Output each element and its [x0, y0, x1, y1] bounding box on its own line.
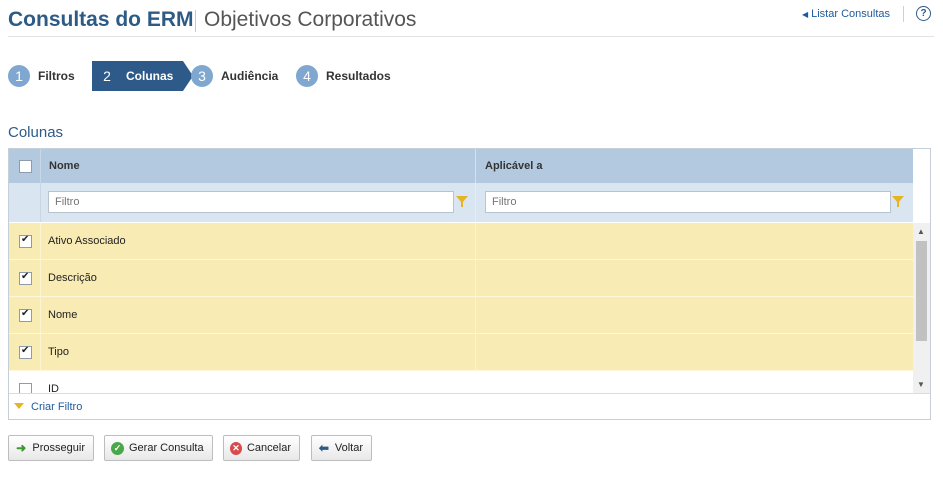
- header-divider: [903, 6, 904, 22]
- scroll-down-icon[interactable]: ▼: [917, 380, 925, 389]
- grid-filter-row: [9, 183, 913, 222]
- step-number: 1: [8, 65, 30, 87]
- column-header-applicable[interactable]: Aplicável a: [485, 160, 542, 172]
- generate-query-label: Gerar Consulta: [129, 442, 204, 454]
- applicable-filter-input[interactable]: [485, 191, 891, 213]
- row-checkbox[interactable]: [19, 271, 32, 285]
- step-results[interactable]: 4 Resultados: [296, 61, 391, 91]
- cell-divider: [475, 223, 476, 259]
- generate-query-button[interactable]: ✓ Gerar Consulta: [104, 435, 213, 461]
- list-queries-link[interactable]: ◀ Listar Consultas: [802, 8, 890, 20]
- column-divider: [475, 183, 476, 222]
- cancel-label: Cancelar: [246, 442, 291, 454]
- step-filters[interactable]: 1 Filtros: [8, 61, 75, 91]
- step-number: 4: [296, 65, 318, 87]
- arrow-right-icon: ➜: [16, 441, 27, 455]
- table-row[interactable]: Ativo Associado: [9, 223, 913, 260]
- create-filter-link[interactable]: Criar Filtro: [31, 401, 82, 413]
- cell-divider: [40, 297, 41, 333]
- header-check-cell: [9, 149, 41, 183]
- table-row[interactable]: Tipo: [9, 334, 913, 371]
- close-icon: ✕: [230, 441, 242, 455]
- step-label: Audiência: [221, 69, 279, 83]
- step-label: Colunas: [126, 69, 174, 83]
- table-row[interactable]: ID: [9, 371, 913, 393]
- step-number: 3: [191, 65, 213, 87]
- grid-rows: Ativo Associado Descrição Nome Tipo ID: [9, 223, 913, 393]
- cell-divider: [40, 334, 41, 370]
- table-row[interactable]: Descrição: [9, 260, 913, 297]
- row-checkbox[interactable]: [19, 308, 32, 322]
- grid-footer: Criar Filtro: [9, 393, 930, 419]
- page-title: Consultas do ERM: [8, 8, 194, 31]
- wizard-steps: 1 Filtros 2 Colunas 3 Audiência 4 Result…: [8, 61, 508, 91]
- filter-icon: [14, 403, 24, 409]
- row-checkbox[interactable]: [19, 234, 32, 248]
- name-filter-icon[interactable]: [456, 196, 468, 207]
- page-subtitle: Objetivos Corporativos: [204, 8, 417, 31]
- column-divider: [475, 149, 476, 183]
- column-header-name[interactable]: Nome: [49, 160, 80, 172]
- row-checkbox[interactable]: [19, 345, 32, 359]
- scroll-up-icon[interactable]: ▲: [917, 227, 925, 236]
- row-label: Nome: [48, 309, 78, 321]
- proceed-label: Prosseguir: [32, 442, 85, 454]
- columns-grid: Nome Aplicável a Ativo Associado Descriç…: [8, 148, 931, 420]
- cell-divider: [475, 260, 476, 296]
- table-row[interactable]: Nome: [9, 297, 913, 334]
- step-label: Filtros: [38, 69, 75, 83]
- step-audience[interactable]: 3 Audiência: [191, 61, 278, 91]
- step-label: Resultados: [326, 69, 391, 83]
- cell-divider: [475, 297, 476, 333]
- section-title: Colunas: [8, 124, 64, 141]
- proceed-button[interactable]: ➜ Prosseguir: [8, 435, 94, 461]
- cell-divider: [40, 223, 41, 259]
- step-columns[interactable]: 2 Colunas: [92, 61, 194, 91]
- row-label: Ativo Associado: [48, 235, 126, 247]
- page-header: Consultas do ERM Objetivos Corporativos …: [8, 6, 934, 37]
- back-button[interactable]: ⬅ Voltar: [311, 435, 372, 461]
- help-icon[interactable]: ?: [916, 6, 931, 21]
- list-queries-label: Listar Consultas: [811, 8, 890, 20]
- select-all-checkbox[interactable]: [19, 160, 32, 173]
- filter-check-cell: [9, 183, 41, 222]
- step-number: 2: [96, 65, 118, 87]
- caret-left-icon: ◀: [801, 10, 809, 19]
- grid-header: Nome Aplicável a: [9, 149, 913, 183]
- applicable-filter-icon[interactable]: [892, 196, 904, 207]
- back-label: Voltar: [334, 442, 363, 454]
- scroll-thumb[interactable]: [916, 241, 927, 341]
- row-label: Tipo: [48, 346, 69, 358]
- cancel-button[interactable]: ✕ Cancelar: [223, 435, 300, 461]
- cell-divider: [475, 334, 476, 370]
- arrow-left-icon: ⬅: [318, 441, 329, 455]
- row-checkbox[interactable]: [19, 383, 32, 393]
- row-label: Descrição: [48, 272, 97, 284]
- title-divider: [195, 10, 196, 32]
- grid-scrollbar[interactable]: ▲ ▼: [913, 223, 930, 393]
- cell-divider: [40, 260, 41, 296]
- row-label: ID: [48, 383, 59, 393]
- check-icon: ✓: [111, 441, 124, 455]
- name-filter-input[interactable]: [48, 191, 454, 213]
